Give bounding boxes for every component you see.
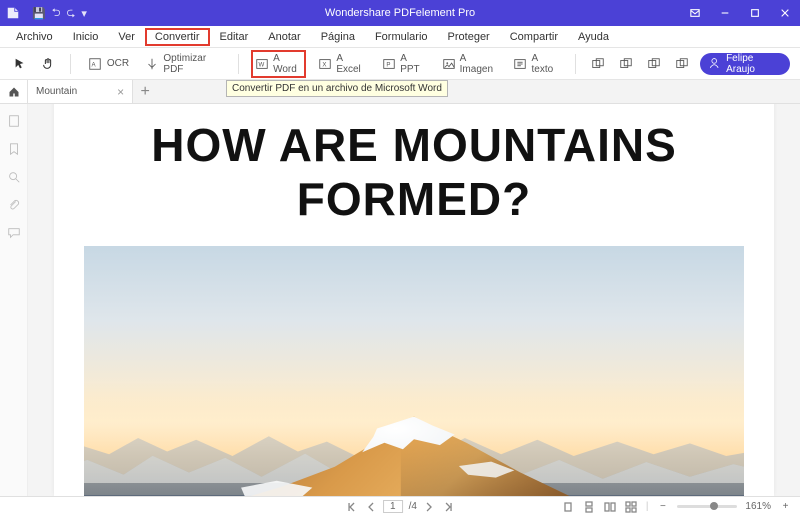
search-icon[interactable] <box>7 170 21 184</box>
document-image <box>84 246 744 496</box>
prev-page-icon[interactable] <box>364 500 377 513</box>
zoom-slider[interactable] <box>677 505 737 508</box>
to-image-label: A Imagen <box>460 53 498 75</box>
document-page: HOW ARE MOUNTAINS FORMED? <box>54 104 774 496</box>
to-word-button[interactable]: W A Word <box>251 50 306 78</box>
qat-more-icon[interactable]: ▾ <box>81 7 87 20</box>
menu-inicio[interactable]: Inicio <box>63 28 109 46</box>
menubar: Archivo Inicio Ver Convertir Editar Anot… <box>0 26 800 48</box>
batch-3-button[interactable] <box>644 53 664 75</box>
close-button[interactable] <box>770 0 800 26</box>
ppt-icon: P <box>382 56 396 72</box>
word-icon: W <box>255 56 269 72</box>
menu-proteger[interactable]: Proteger <box>438 28 500 46</box>
batch-icon <box>646 56 662 72</box>
thumbnails-icon[interactable] <box>7 114 21 128</box>
menu-editar[interactable]: Editar <box>210 28 259 46</box>
cursor-icon <box>12 56 28 72</box>
document-heading: HOW ARE MOUNTAINS FORMED? <box>74 118 754 226</box>
to-text-button[interactable]: A texto <box>509 50 562 78</box>
batch-1-button[interactable] <box>588 53 608 75</box>
batch-icon <box>674 56 690 72</box>
redo-icon[interactable]: ⮎ <box>67 4 76 23</box>
view-two-icon[interactable] <box>604 500 617 513</box>
menu-ver[interactable]: Ver <box>108 28 145 46</box>
text-icon <box>513 56 527 72</box>
hand-icon <box>40 56 56 72</box>
comments-icon[interactable] <box>7 226 21 240</box>
to-text-label: A texto <box>532 53 559 75</box>
to-ppt-label: A PPT <box>400 53 425 75</box>
optimize-icon <box>145 56 159 72</box>
app-title: Wondershare PDFelement Pro <box>325 7 475 19</box>
ocr-icon: A <box>87 56 103 72</box>
image-icon <box>441 56 455 72</box>
ocr-label: OCR <box>107 58 129 69</box>
svg-text:W: W <box>258 61 264 68</box>
tab-label: Mountain <box>36 86 77 97</box>
statusbar: 1 /4 | − 161% + <box>0 496 800 516</box>
to-image-button[interactable]: A Imagen <box>437 50 501 78</box>
bookmarks-icon[interactable] <box>7 142 21 156</box>
user-name: Felipe Araujo <box>726 53 778 75</box>
close-tab-icon[interactable]: × <box>117 85 124 99</box>
zoom-in-icon[interactable]: + <box>779 500 792 513</box>
menu-compartir[interactable]: Compartir <box>500 28 568 46</box>
optimize-button[interactable]: Optimizar PDF <box>141 50 226 78</box>
excel-icon: X <box>318 56 332 72</box>
document-tab[interactable]: Mountain × <box>28 80 133 103</box>
select-tool[interactable] <box>10 53 30 75</box>
last-page-icon[interactable] <box>442 500 455 513</box>
mail-icon[interactable] <box>680 0 710 26</box>
titlebar: 💾 ⮌ ⮎ ▾ Wondershare PDFelement Pro <box>0 0 800 26</box>
attachments-icon[interactable] <box>7 198 21 212</box>
batch-4-button[interactable] <box>672 53 692 75</box>
document-stage[interactable]: HOW ARE MOUNTAINS FORMED? <box>28 104 800 496</box>
svg-text:X: X <box>323 61 327 68</box>
menu-archivo[interactable]: Archivo <box>6 28 63 46</box>
zoom-value: 161% <box>745 501 771 512</box>
minimize-button[interactable] <box>710 0 740 26</box>
add-tab-button[interactable]: + <box>133 80 157 103</box>
page-current[interactable]: 1 <box>383 500 403 513</box>
batch-icon <box>618 56 634 72</box>
menu-convertir[interactable]: Convertir <box>145 28 210 46</box>
view-continuous-icon[interactable] <box>583 500 596 513</box>
batch-2-button[interactable] <box>616 53 636 75</box>
menu-formulario[interactable]: Formulario <box>365 28 438 46</box>
next-page-icon[interactable] <box>423 500 436 513</box>
view-two-cont-icon[interactable] <box>625 500 638 513</box>
to-word-label: A Word <box>273 53 302 75</box>
menu-pagina[interactable]: Página <box>311 28 365 46</box>
svg-text:P: P <box>386 61 390 68</box>
home-button[interactable] <box>0 80 28 103</box>
save-icon[interactable]: 💾 <box>32 7 46 20</box>
first-page-icon[interactable] <box>345 500 358 513</box>
toolbar: A OCR Optimizar PDF W A Word X A Excel P… <box>0 48 800 80</box>
tooltip: Convertir PDF en un archivo de Microsoft… <box>226 80 448 97</box>
menu-anotar[interactable]: Anotar <box>258 28 310 46</box>
separator <box>238 54 239 74</box>
app-logo <box>0 6 26 20</box>
user-pill[interactable]: Felipe Araujo <box>700 53 790 75</box>
view-single-icon[interactable] <box>562 500 575 513</box>
svg-text:A: A <box>91 61 96 68</box>
batch-icon <box>590 56 606 72</box>
to-ppt-button[interactable]: P A PPT <box>378 50 429 78</box>
undo-icon[interactable]: ⮌ <box>52 4 61 23</box>
separator <box>575 54 576 74</box>
zoom-out-icon[interactable]: − <box>656 500 669 513</box>
maximize-button[interactable] <box>740 0 770 26</box>
to-excel-button[interactable]: X A Excel <box>314 50 370 78</box>
user-icon <box>708 57 720 71</box>
sidebar <box>0 104 28 496</box>
ocr-button[interactable]: A OCR <box>83 53 133 75</box>
to-excel-label: A Excel <box>336 53 366 75</box>
separator <box>70 54 71 74</box>
optimize-label: Optimizar PDF <box>163 53 222 75</box>
hand-tool[interactable] <box>38 53 58 75</box>
menu-ayuda[interactable]: Ayuda <box>568 28 619 46</box>
page-total: /4 <box>409 501 417 512</box>
